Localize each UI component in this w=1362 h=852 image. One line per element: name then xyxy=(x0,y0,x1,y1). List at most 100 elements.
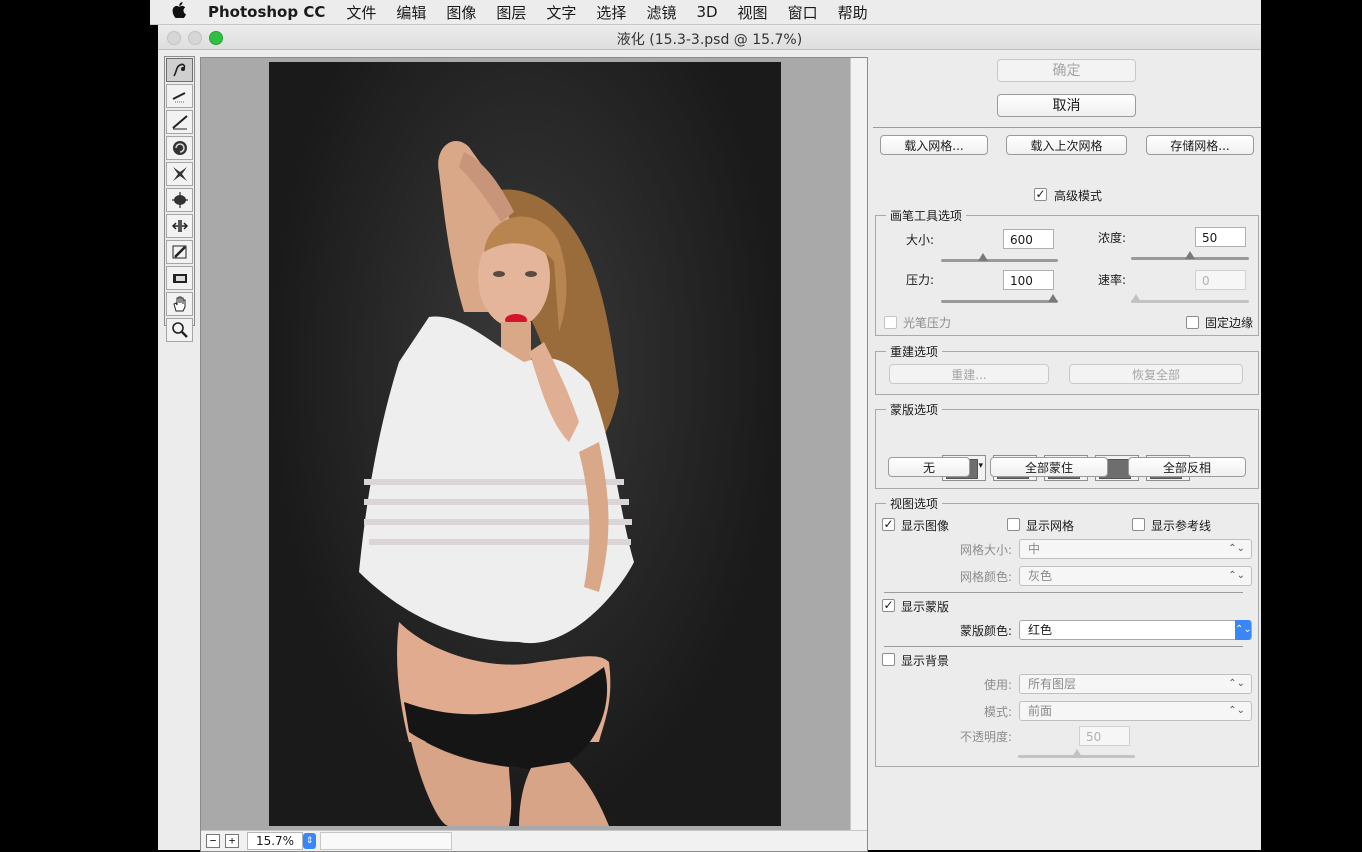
pin-edges-label: 固定边缘 xyxy=(1205,316,1254,330)
rate-slider[interactable] xyxy=(1131,300,1249,303)
load-mesh-button[interactable]: 载入网格... xyxy=(880,135,988,155)
show-backdrop-checkbox[interactable] xyxy=(882,653,895,666)
hand-icon xyxy=(172,296,185,312)
pressure-slider[interactable] xyxy=(941,300,1058,303)
menu-bar: Photoshop CC 文件 编辑 图像 图层 文字 选择 滤镜 3D 视图 … xyxy=(150,0,1261,25)
mesh-size-select[interactable]: 中 ⌃⌄ xyxy=(1019,539,1252,559)
size-slider-thumb[interactable] xyxy=(978,253,988,261)
show-image-checkbox[interactable]: ✓ xyxy=(882,518,895,531)
rate-slider-thumb[interactable] xyxy=(1131,294,1141,302)
twirl-tool[interactable] xyxy=(166,136,193,160)
show-mesh-checkbox[interactable] xyxy=(1007,518,1020,531)
horizontal-scrollbar[interactable] xyxy=(320,832,452,850)
menu-filter[interactable]: 滤镜 xyxy=(646,2,676,23)
restore-all-button[interactable]: 恢复全部 xyxy=(1069,364,1243,384)
reconstruct-button[interactable]: 重建... xyxy=(889,364,1049,384)
show-backdrop-label: 显示背景 xyxy=(901,654,950,668)
zoom-level-field[interactable]: 15.7% xyxy=(247,832,303,850)
smooth-tool[interactable] xyxy=(166,110,193,134)
divider xyxy=(873,127,1261,128)
mask-none-button[interactable]: 无 xyxy=(888,457,970,477)
menu-3d[interactable]: 3D xyxy=(696,3,717,21)
divider xyxy=(884,592,1243,593)
pucker-tool[interactable] xyxy=(166,162,193,186)
zoom-tool[interactable] xyxy=(166,318,193,342)
smooth-icon xyxy=(171,115,188,130)
density-field[interactable]: 50 xyxy=(1195,227,1246,247)
menu-edit[interactable]: 编辑 xyxy=(396,2,426,23)
show-mask-checkbox[interactable]: ✓ xyxy=(882,599,895,612)
opacity-slider-thumb[interactable] xyxy=(1072,749,1082,757)
density-slider-thumb[interactable] xyxy=(1185,251,1195,259)
app-menu[interactable]: Photoshop CC xyxy=(208,3,325,21)
preview-canvas[interactable]: − + 15.7% ⇕ xyxy=(200,57,868,852)
save-mesh-button[interactable]: 存储网格... xyxy=(1146,135,1254,155)
rate-field[interactable]: 0 xyxy=(1195,270,1246,290)
show-mesh-label: 显示网格 xyxy=(1026,519,1075,533)
use-layers-value: 所有图层 xyxy=(1028,677,1077,691)
mask-color-value: 红色 xyxy=(1028,623,1053,637)
mask-color-select[interactable]: 红色 ⌃⌄ xyxy=(1019,620,1252,640)
advanced-mode-label: 高级模式 xyxy=(1054,189,1103,203)
size-slider[interactable] xyxy=(941,259,1058,262)
preview-image[interactable] xyxy=(269,62,781,826)
use-label: 使用: xyxy=(984,678,1013,692)
reconstruct-options: 重建选项 重建... 恢复全部 xyxy=(875,343,1259,395)
apple-icon[interactable] xyxy=(150,2,208,22)
menu-view[interactable]: 视图 xyxy=(738,2,768,23)
stylus-pressure-checkbox[interactable] xyxy=(884,316,897,329)
updown-arrow-icon: ⌃⌄ xyxy=(1235,620,1252,640)
divider xyxy=(884,646,1243,647)
mask-all-button[interactable]: 全部蒙住 xyxy=(990,457,1108,477)
mode-select[interactable]: 前面 ⌃⌄ xyxy=(1019,701,1252,721)
thaw-mask-tool[interactable] xyxy=(166,266,193,290)
load-last-mesh-button[interactable]: 载入上次网格 xyxy=(1006,135,1127,155)
menu-select[interactable]: 选择 xyxy=(596,2,626,23)
mask-color-label: 蒙版颜色: xyxy=(960,624,1013,638)
invert-all-button[interactable]: 全部反相 xyxy=(1128,457,1246,477)
thaw-mask-icon xyxy=(172,274,187,283)
hand-tool[interactable] xyxy=(166,292,193,316)
menu-help[interactable]: 帮助 xyxy=(838,2,868,23)
push-left-icon xyxy=(171,220,188,232)
menu-layer[interactable]: 图层 xyxy=(496,2,526,23)
pin-edges-checkbox[interactable] xyxy=(1186,316,1199,329)
bloat-icon xyxy=(171,192,188,208)
menu-file[interactable]: 文件 xyxy=(346,2,376,23)
mesh-color-select[interactable]: 灰色 ⌃⌄ xyxy=(1019,566,1252,586)
cancel-button[interactable]: 取消 xyxy=(997,94,1136,117)
rate-label: 速率: xyxy=(1098,273,1127,287)
menu-window[interactable]: 窗口 xyxy=(788,2,818,23)
opacity-field[interactable]: 50 xyxy=(1079,726,1130,746)
ok-button[interactable]: 确定 xyxy=(997,59,1136,82)
pressure-field[interactable]: 100 xyxy=(1003,270,1054,290)
forward-warp-tool[interactable] xyxy=(166,58,193,82)
bloat-tool[interactable] xyxy=(166,188,193,212)
zoom-icon xyxy=(171,322,188,338)
advanced-mode-checkbox[interactable]: ✓ xyxy=(1034,188,1047,201)
window-title: 液化 (15.3-3.psd @ 15.7%) xyxy=(616,32,803,48)
menu-image[interactable]: 图像 xyxy=(446,2,476,23)
vertical-scrollbar[interactable] xyxy=(850,58,867,830)
density-label: 浓度: xyxy=(1098,231,1127,245)
push-left-tool[interactable] xyxy=(166,214,193,238)
reconstruct-tool[interactable] xyxy=(166,84,193,108)
zoom-stepper[interactable]: ⇕ xyxy=(303,833,316,849)
brush-options-title: 画笔工具选项 xyxy=(886,207,967,224)
freeze-mask-tool[interactable] xyxy=(166,240,193,264)
size-field[interactable]: 600 xyxy=(1003,229,1054,249)
menu-type[interactable]: 文字 xyxy=(546,2,576,23)
portrait-photo xyxy=(359,141,634,826)
zoom-in-button[interactable]: + xyxy=(225,834,239,848)
updown-arrow-icon: ⌃⌄ xyxy=(1228,543,1245,554)
show-guides-checkbox[interactable] xyxy=(1132,518,1145,531)
brush-tool-options: 画笔工具选项 大小: 600 浓度: 50 压力: 100 速率: 0 光笔压力… xyxy=(875,207,1259,336)
pressure-slider-thumb[interactable] xyxy=(1048,294,1058,302)
zoom-out-button[interactable]: − xyxy=(206,834,220,848)
updown-arrow-icon: ⌃⌄ xyxy=(1228,570,1245,581)
view-options: 视图选项 ✓ 显示图像 显示网格 显示参考线 网格大小: 中 ⌃⌄ 网格颜色: 灰… xyxy=(875,495,1259,767)
use-layers-select[interactable]: 所有图层 ⌃⌄ xyxy=(1019,674,1252,694)
pressure-label: 压力: xyxy=(906,273,935,287)
mesh-size-value: 中 xyxy=(1028,542,1041,556)
view-options-title: 视图选项 xyxy=(886,495,943,512)
